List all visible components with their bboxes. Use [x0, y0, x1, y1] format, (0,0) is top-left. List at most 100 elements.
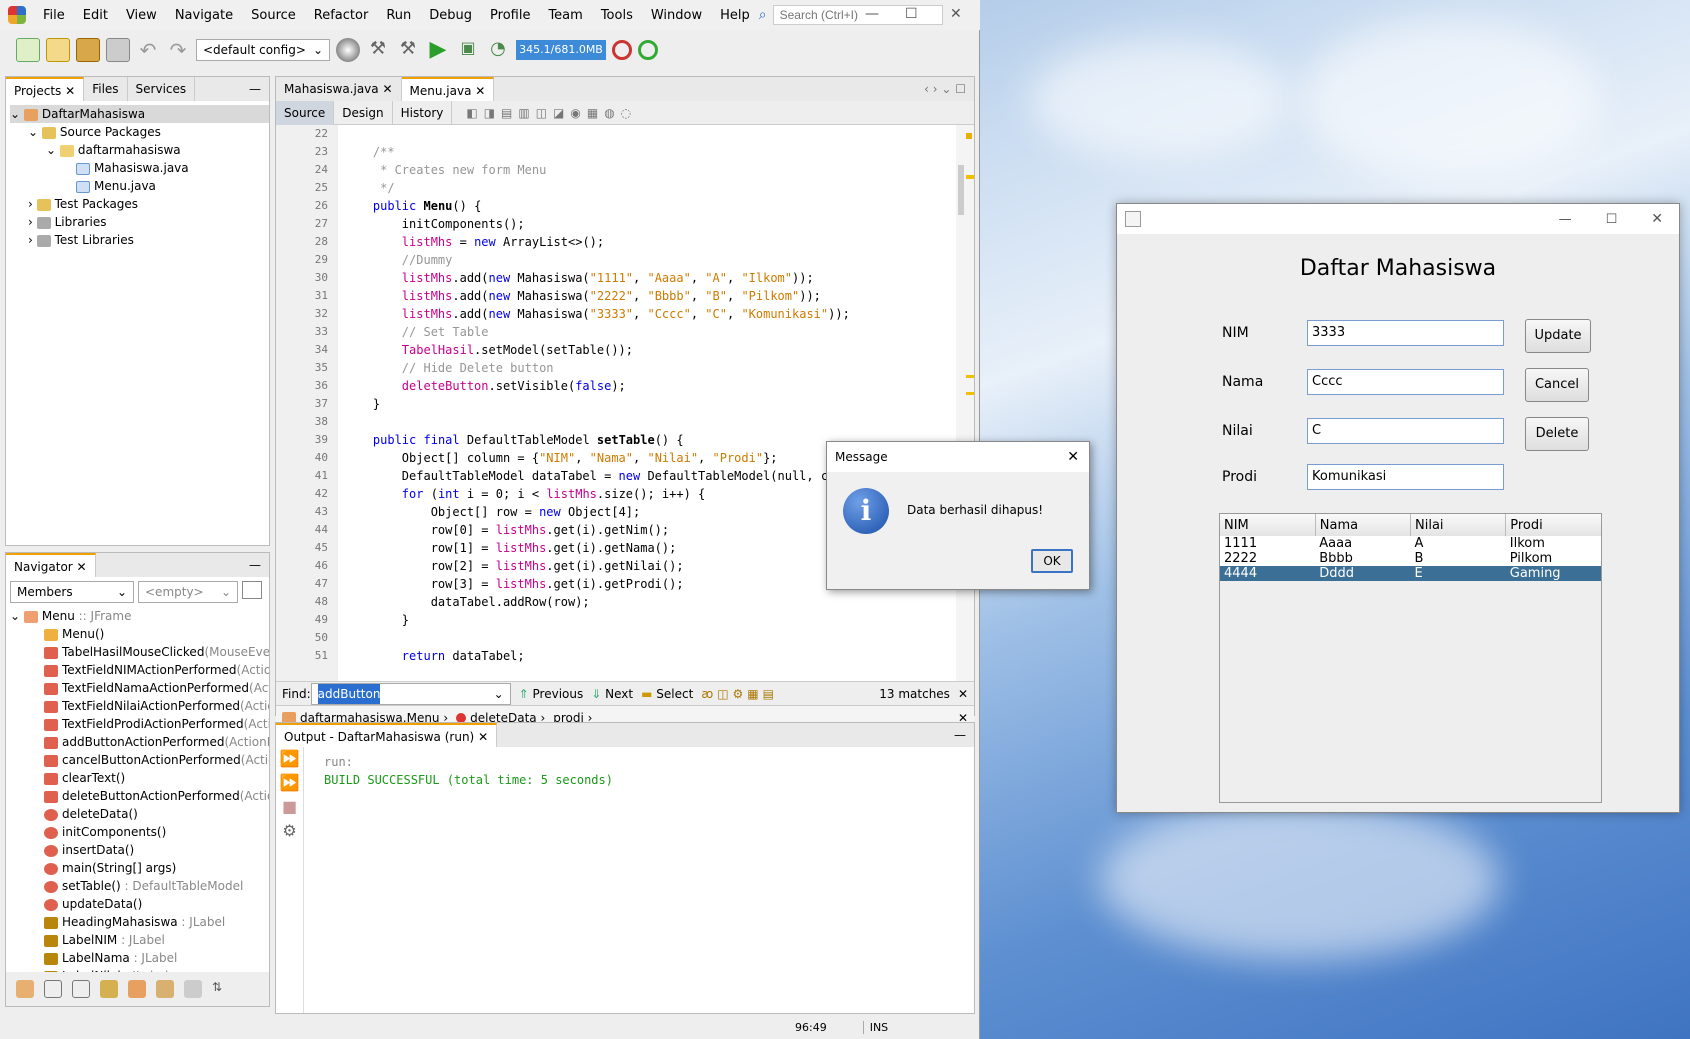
close-icon[interactable]: ✕ — [478, 730, 488, 744]
tab-services[interactable]: Services — [128, 77, 196, 101]
menu-help[interactable]: Help — [711, 8, 759, 23]
subtab-source[interactable]: Source — [276, 100, 335, 125]
javadoc-icon[interactable] — [184, 980, 202, 998]
fields-icon[interactable] — [44, 980, 62, 998]
close-project-icon[interactable] — [106, 38, 130, 62]
members-select[interactable]: Members ⌄ — [10, 581, 134, 603]
tab-files[interactable]: Files — [84, 77, 128, 101]
member-item[interactable]: main(String[] args) — [10, 859, 269, 877]
column-header[interactable]: Prodi — [1506, 514, 1601, 536]
prodi-field[interactable]: Komunikasi — [1307, 464, 1504, 490]
close-icon[interactable]: ✕ — [950, 6, 962, 22]
table-cell[interactable]: Dddd — [1315, 566, 1410, 581]
empty-select[interactable]: <empty> ⌄ — [138, 581, 238, 603]
tree-package[interactable]: ⌄ daftarmahasiswa — [10, 141, 269, 159]
tree-file-menu[interactable]: Menu.java — [10, 177, 269, 195]
editor-scrollbar[interactable] — [956, 125, 974, 681]
menu-run[interactable]: Run — [377, 8, 420, 23]
rerun-icon[interactable]: ⏩ — [276, 747, 303, 771]
column-header[interactable]: Nama — [1315, 514, 1412, 536]
member-item[interactable]: LabelNIM : JLabel — [10, 931, 269, 949]
close-icon[interactable]: ✕ — [1067, 449, 1089, 465]
tab-menu-java[interactable]: Menu.java ✕ — [401, 77, 495, 101]
rerun-different-icon[interactable]: ⏩ — [276, 771, 303, 795]
member-item[interactable]: updateData() — [10, 895, 269, 913]
table-cell[interactable]: Bbbb — [1315, 551, 1410, 566]
code-text[interactable]: /** * Creates new form Menu */ public Me… — [344, 125, 879, 665]
tree-source-packages[interactable]: ⌄ Source Packages — [10, 123, 269, 141]
static-icon[interactable] — [72, 980, 90, 998]
menu-navigate[interactable]: Navigate — [166, 8, 242, 23]
nilai-field[interactable]: C — [1307, 418, 1504, 444]
table-cell[interactable]: B — [1411, 551, 1506, 566]
output-text[interactable]: run: BUILD SUCCESSFUL (total time: 5 sec… — [324, 753, 613, 789]
table-cell[interactable]: A — [1411, 536, 1506, 551]
config-select[interactable]: <default config> ⌄ — [196, 39, 330, 61]
inherited-members-icon[interactable] — [16, 980, 34, 998]
profile-ide-icon[interactable] — [638, 40, 658, 60]
column-header[interactable]: Nilai — [1410, 514, 1507, 536]
tab-scroll-icon[interactable]: ‹ › ⌄ ☐ — [924, 82, 974, 96]
memory-indicator[interactable]: 345.1/681.0MB — [516, 40, 606, 60]
member-item[interactable]: deleteButtonActionPerformed(Actio — [10, 787, 269, 805]
member-item[interactable]: clearText() — [10, 769, 269, 787]
table-row[interactable]: 2222 Bbbb B Pilkom — [1220, 551, 1601, 566]
inner-classes-icon[interactable] — [128, 980, 146, 998]
debug-icon[interactable]: ▣ — [456, 38, 480, 62]
non-public-icon[interactable] — [100, 980, 118, 998]
menu-file[interactable]: File — [34, 8, 74, 23]
member-item[interactable]: initComponents() — [10, 823, 269, 841]
find-next-button[interactable]: ⇓ Next — [591, 687, 633, 701]
find-previous-button[interactable]: ⇑ Previous — [519, 687, 584, 701]
tab-mahasiswa-java[interactable]: Mahasiswa.java ✕ — [276, 77, 402, 101]
find-options-icons[interactable]: ꜵ◫⚙▦▤ — [701, 687, 778, 701]
cancel-button[interactable]: Cancel — [1525, 368, 1589, 402]
tree-libraries[interactable]: › Libraries — [10, 213, 269, 231]
minimize-panel-icon[interactable]: — — [954, 728, 974, 742]
match-marker[interactable] — [966, 375, 974, 395]
nim-field[interactable]: 3333 — [1307, 320, 1504, 346]
tab-navigator[interactable]: Navigator ✕ — [6, 553, 96, 577]
scroll-thumb[interactable] — [958, 165, 964, 215]
maximize-icon[interactable]: ☐ — [905, 6, 918, 22]
menu-window[interactable]: Window — [642, 8, 711, 23]
nama-field[interactable]: Cccc — [1307, 369, 1504, 395]
minimize-panel-icon[interactable]: — — [249, 82, 269, 96]
member-item[interactable]: LabelNama : JLabel — [10, 949, 269, 967]
table-cell[interactable]: 2222 — [1220, 551, 1315, 566]
open-project-icon[interactable] — [76, 38, 100, 62]
build-hammer-icon[interactable]: ⚒ — [366, 38, 390, 62]
minimize-icon[interactable]: — — [1559, 212, 1572, 227]
tab-projects[interactable]: Projects ✕ — [6, 77, 85, 101]
clean-build-icon[interactable]: ⚒ — [396, 38, 420, 62]
warning-marker[interactable] — [966, 133, 972, 139]
table-row[interactable]: 1111 Aaaa A Ilkom — [1220, 536, 1601, 551]
globe-icon[interactable] — [336, 38, 360, 62]
undo-icon[interactable]: ↶ — [136, 38, 160, 62]
member-item[interactable]: cancelButtonActionPerformed(Actio — [10, 751, 269, 769]
tree-project-root[interactable]: ⌄ DaftarMahasiswa — [10, 105, 269, 123]
close-icon[interactable]: ✕ — [958, 687, 974, 701]
tree-test-libraries[interactable]: › Test Libraries — [10, 231, 269, 249]
minimize-panel-icon[interactable]: — — [249, 558, 269, 572]
filter-options-icon[interactable] — [242, 581, 262, 599]
member-item[interactable]: TextFieldNilaiActionPerformed(Actic — [10, 697, 269, 715]
tree-file-mahasiswa[interactable]: Mahasiswa.java — [10, 159, 269, 177]
table-cell[interactable]: Aaaa — [1315, 536, 1410, 551]
close-icon[interactable]: ✕ — [65, 84, 75, 98]
menu-refactor[interactable]: Refactor — [305, 8, 378, 23]
menu-debug[interactable]: Debug — [420, 8, 481, 23]
member-item[interactable]: setTable() : DefaultTableModel — [10, 877, 269, 895]
member-item[interactable]: TabelHasilMouseClicked(MouseEver — [10, 643, 269, 661]
sort-icon[interactable]: ⇅ — [212, 980, 230, 998]
data-table[interactable]: NIM Nama Nilai Prodi 1111 Aaaa A Ilkom 2222 B… — [1220, 514, 1601, 581]
subtab-history[interactable]: History — [393, 100, 453, 125]
data-table-scrollpane[interactable]: NIM Nama Nilai Prodi 1111 Aaaa A Ilkom 2222 B… — [1219, 513, 1602, 803]
menu-team[interactable]: Team — [539, 8, 591, 23]
editor-toolbar-icons[interactable]: ◧◨▤▥◫◪◉▦◍◌ — [466, 106, 637, 120]
table-cell[interactable]: Gaming — [1506, 566, 1601, 581]
tab-output[interactable]: Output - DaftarMahasiswa (run) ✕ — [276, 723, 498, 747]
member-item[interactable]: TextFieldNamaActionPerformed(Act — [10, 679, 269, 697]
table-row[interactable]: 4444 Dddd E Gaming — [1220, 566, 1601, 581]
member-item[interactable]: TextFieldNIMActionPerformed(Actio — [10, 661, 269, 679]
